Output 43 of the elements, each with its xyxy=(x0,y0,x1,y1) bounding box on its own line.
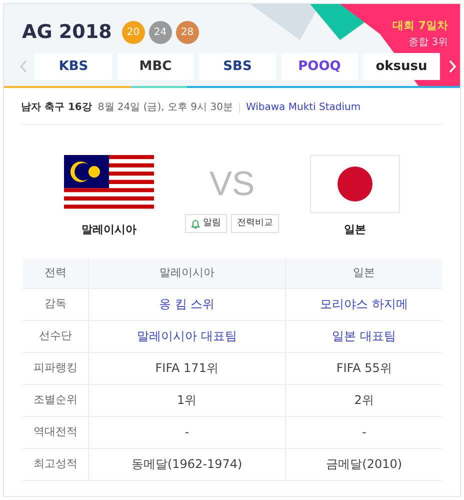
medal-count: 28 xyxy=(176,20,199,44)
table-cell: FIFA 55위 xyxy=(336,360,392,375)
bell-icon xyxy=(191,218,200,228)
table-cell: - xyxy=(184,424,190,439)
team-name: 일본 xyxy=(344,222,366,238)
match-title: 남자 축구 16강 xyxy=(21,101,92,115)
broadcaster-button[interactable]: POOQ xyxy=(281,53,358,80)
medal-count: 20 xyxy=(122,20,145,44)
alert-button[interactable]: 알림 xyxy=(185,214,227,233)
team-link[interactable]: 말레이시아 대표팀 xyxy=(136,328,237,343)
compare-button[interactable]: 전력비교 xyxy=(231,214,279,233)
broadcaster-button[interactable]: MBC xyxy=(117,53,194,80)
team-link[interactable]: 일본 대표팀 xyxy=(332,328,396,343)
versus-label: VS xyxy=(209,167,255,201)
broadcaster-button[interactable]: KBS xyxy=(35,53,112,80)
medal-count: 24 xyxy=(148,20,172,44)
broadcaster-button[interactable]: oksusu xyxy=(363,53,440,80)
match-datetime: 8월 24일 (금), 오후 9시 30분 xyxy=(98,101,233,115)
broadcaster-button[interactable]: SBS xyxy=(199,53,276,80)
row-label: 최고성적 xyxy=(33,456,78,470)
table-cell: FIFA 171위 xyxy=(155,360,218,375)
table-cell: 동메달(1962-1974) xyxy=(131,456,242,471)
row-label: 피파랭킹 xyxy=(33,360,78,374)
chevron-left-icon xyxy=(20,60,26,73)
column-header: 일본 xyxy=(353,266,376,279)
chevron-right-icon xyxy=(448,60,456,73)
row-label: 조별순위 xyxy=(33,392,78,406)
venue-link[interactable]: Wibawa Mukti Stadium xyxy=(246,100,361,115)
table-cell: - xyxy=(362,424,366,439)
table-cell: 금메달(2010) xyxy=(326,456,402,471)
team-link[interactable]: 모리야스 하지메 xyxy=(320,296,408,311)
games-logo: AG 2018 xyxy=(22,20,112,45)
rank-label: 종합 3위 xyxy=(408,36,448,50)
team-link[interactable]: 옹 킴 스위 xyxy=(159,296,215,311)
column-header: 말레이시아 xyxy=(159,266,214,279)
row-label: 감독 xyxy=(44,296,66,310)
row-label: 역대전적 xyxy=(33,424,78,438)
day-label: 대회 7일차 xyxy=(392,18,448,34)
column-header: 전력 xyxy=(44,266,66,279)
row-label: 선수단 xyxy=(38,328,72,342)
table-cell: 1위 xyxy=(177,392,197,407)
table-cell: 2위 xyxy=(354,392,374,407)
team-name: 말레이시아 xyxy=(82,222,136,238)
